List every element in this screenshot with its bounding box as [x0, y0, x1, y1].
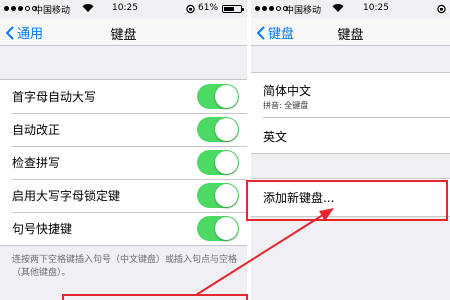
setting-row-period-shortcut: 句号快捷键 [0, 212, 247, 245]
setting-label: 检查拼写 [12, 156, 61, 170]
period-shortcut-toggle[interactable] [197, 216, 239, 241]
status-time: 10:25 [363, 3, 389, 13]
setting-label: 首字母自动大写 [12, 90, 97, 104]
keyboard-detail: 拼音: 全键盘 [263, 101, 309, 110]
caps-lock-toggle[interactable] [197, 183, 239, 208]
page-title: 键盘 [110, 28, 137, 43]
setting-row-auto-capitalization: 首字母自动大写 [0, 80, 247, 113]
orientation-lock-icon [186, 4, 195, 14]
wifi-icon [332, 4, 344, 12]
wifi-icon [82, 4, 94, 12]
highlight-box-add-keyboard [246, 180, 448, 221]
carrier-name: 中国移动 [34, 6, 71, 16]
status-time: 10:25 [112, 3, 138, 13]
navigation-bar: 键盘 键盘 [251, 18, 450, 46]
keyboard-item-simplified-chinese[interactable]: 简体中文 拼音: 全键盘 [251, 73, 450, 117]
setting-row-check-spelling: 检查拼写 [0, 146, 247, 179]
status-bar: 中国移动 10:25 [251, 0, 450, 18]
orientation-lock-icon [437, 4, 446, 14]
installed-keyboards-group: 简体中文 拼音: 全键盘 英文 [251, 72, 450, 154]
highlight-box-bottom [62, 294, 248, 300]
right-screen: 中国移动 10:25 键盘 键盘 简体中文 拼音: 全键盘 英文 添加新键盘..… [251, 0, 450, 300]
status-bar: 中国移动 10:25 61% [0, 0, 247, 18]
left-screen: 中国移动 10:25 61% 通用 键盘 首字母自动大写 自动改正 检查拼写 启… [0, 0, 247, 300]
auto-correction-toggle[interactable] [197, 117, 239, 142]
keyboard-settings-group: 首字母自动大写 自动改正 检查拼写 启用大写字母锁定键 句号快捷键 [0, 79, 247, 246]
setting-label: 句号快捷键 [12, 222, 73, 236]
battery-icon [222, 5, 244, 13]
keyboard-name: 简体中文 [263, 84, 312, 98]
setting-label: 启用大写字母锁定键 [12, 189, 121, 203]
keyboard-item-english[interactable]: 英文 [263, 117, 450, 153]
setting-label: 自动改正 [12, 123, 61, 137]
footer-note: 连按两下空格键插入句号（中文键盘）或插入句点与空格（其他键盘）。 [12, 255, 238, 278]
setting-row-caps-lock: 启用大写字母锁定键 [0, 179, 247, 212]
auto-capitalization-toggle[interactable] [197, 84, 239, 109]
signal-strength-icon [255, 6, 288, 11]
battery-percent: 61% [198, 3, 219, 13]
signal-strength-icon [4, 6, 37, 11]
keyboard-name: 英文 [263, 130, 288, 144]
navigation-bar: 通用 键盘 [0, 18, 247, 46]
check-spelling-toggle[interactable] [197, 150, 239, 175]
carrier-name: 中国移动 [285, 6, 322, 16]
page-title: 键盘 [337, 28, 364, 43]
setting-row-auto-correction: 自动改正 [0, 113, 247, 146]
